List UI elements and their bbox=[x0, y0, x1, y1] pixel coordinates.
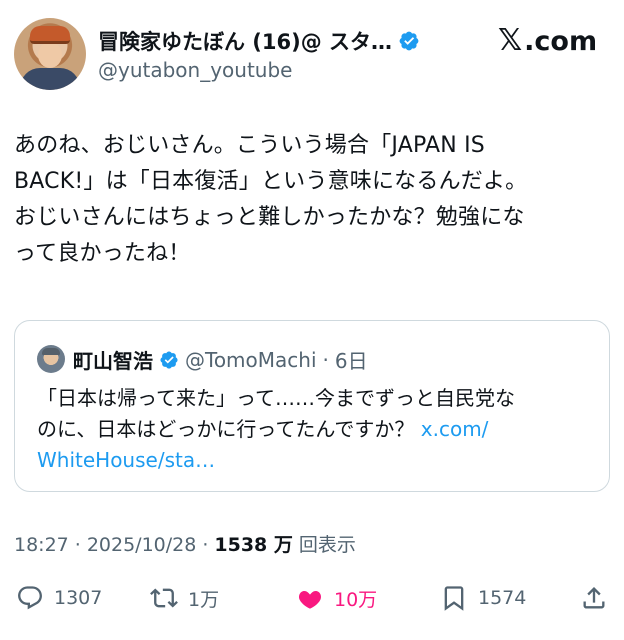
quoted-post-body: 「日本は帰って来た」って……今までずっと自民党な のに、日本はどっかに行ってたん… bbox=[37, 383, 597, 476]
quoted-verified-badge-icon bbox=[160, 350, 178, 369]
action-bar: 1307 1万 10万 1574 bbox=[0, 580, 624, 620]
post-time[interactable]: 18:27 bbox=[14, 534, 69, 556]
share-icon bbox=[583, 587, 605, 609]
post-header: 冒険家ゆたぼん (16)@ スタ… @yutabon_youtube 𝕏 .co… bbox=[0, 0, 624, 110]
quoted-post-link[interactable]: x.com/ bbox=[421, 417, 489, 441]
post-line: おじいさんにはちょっと難しかったかな？勉強にな bbox=[14, 205, 525, 230]
post-date[interactable]: 2025/10/28 bbox=[87, 534, 197, 556]
reply-button[interactable]: 1307 bbox=[16, 580, 102, 616]
reply-count: 1307 bbox=[54, 587, 103, 609]
verified-badge-icon bbox=[399, 31, 419, 51]
quoted-post-time: 6日 bbox=[334, 349, 368, 373]
post-meta: 18:27 · 2025/10/28 · 1538 万 回表示 bbox=[14, 530, 356, 557]
x-logo-mark: 𝕏 bbox=[498, 23, 523, 58]
bookmark-button[interactable]: 1574 bbox=[440, 580, 526, 616]
quoted-author-avatar bbox=[37, 345, 65, 373]
repost-icon bbox=[150, 588, 178, 608]
like-button[interactable]: 10万 bbox=[296, 580, 377, 616]
quoted-author-handle: @TomoMachi bbox=[185, 347, 317, 372]
author-name-row: 冒険家ゆたぼん (16)@ スタ… bbox=[98, 26, 420, 56]
quoted-post-line: 「日本は帰って来た」って……今までずっと自民党な bbox=[37, 386, 515, 410]
bookmark-icon bbox=[444, 586, 464, 611]
avatar-hat bbox=[30, 26, 70, 44]
reply-icon bbox=[18, 586, 42, 610]
separator-dot: · bbox=[322, 347, 329, 372]
post-line: あのね、おじいさん。こういう場合「JAPAN IS bbox=[14, 133, 485, 158]
quoted-post-header: 町山智浩 @TomoMachi · 6日 bbox=[73, 345, 368, 374]
post-line: って良かったね！ bbox=[14, 241, 191, 266]
author-avatar[interactable] bbox=[14, 18, 86, 90]
quoted-post-card[interactable]: 町山智浩 @TomoMachi · 6日 「日本は帰って来た」って……今までずっ… bbox=[14, 320, 610, 492]
x-logo[interactable]: 𝕏 .com bbox=[498, 26, 597, 56]
author-handle[interactable]: @yutabon_youtube bbox=[98, 58, 292, 82]
quoted-post-link-continued[interactable]: WhiteHouse/sta… bbox=[37, 445, 597, 476]
separator-dot: · bbox=[74, 534, 81, 556]
avatar-suit bbox=[20, 68, 80, 90]
views-count[interactable]: 1538 万 bbox=[214, 530, 293, 557]
post-body: あのね、おじいさん。こういう場合「JAPAN IS BACK!」は「日本復活」と… bbox=[14, 128, 612, 272]
author-display-name[interactable]: 冒険家ゆたぼん (16)@ スタ… bbox=[98, 26, 392, 56]
heart-icon bbox=[299, 590, 321, 609]
repost-button[interactable]: 1万 bbox=[150, 580, 219, 616]
like-count: 10万 bbox=[334, 588, 378, 611]
bookmark-count: 1574 bbox=[478, 587, 527, 609]
quoted-post-line: のに、日本はどっかに行ってたんですか？ x.com/ bbox=[37, 414, 597, 445]
separator-dot: · bbox=[202, 534, 209, 556]
quoted-author-name: 町山智浩 bbox=[73, 349, 153, 373]
post-line: BACK!」は「日本復活」という意味になるんだよ。 bbox=[14, 169, 528, 194]
quoted-post-line-text: のに、日本はどっかに行ってたんですか？ bbox=[37, 417, 415, 441]
views-label: 回表示 bbox=[298, 534, 356, 556]
share-button[interactable] bbox=[580, 580, 608, 616]
avatar-face bbox=[38, 42, 62, 68]
x-logo-text: .com bbox=[524, 25, 598, 57]
repost-count: 1万 bbox=[188, 588, 220, 611]
